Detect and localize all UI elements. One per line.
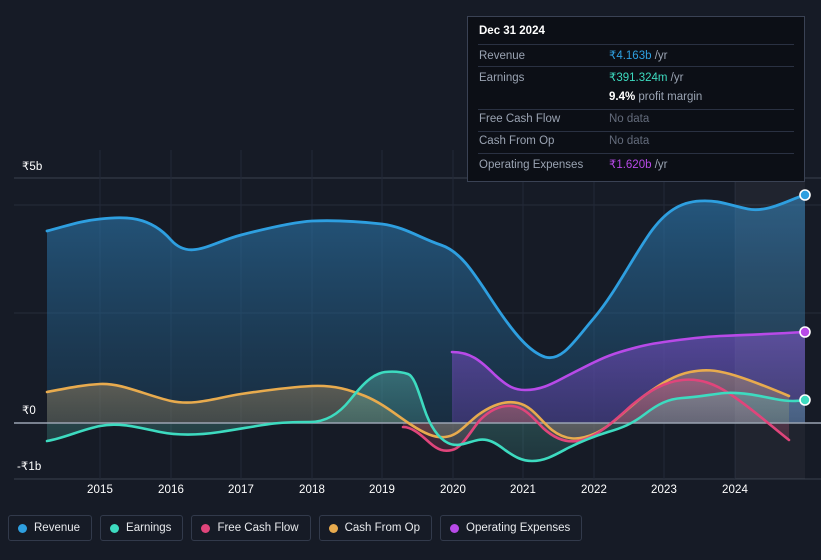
tooltip-row-cash-from-op: Cash From Op No data	[478, 131, 794, 153]
legend-dot-earnings-icon	[110, 523, 120, 533]
tooltip-label-free-cash-flow: Free Cash Flow	[479, 113, 561, 125]
tooltip-value-operating-expenses-amount: ₹1.620b	[609, 159, 652, 171]
tooltip-row-revenue: Revenue ₹4.163b /yr	[478, 44, 794, 66]
x-axis-tick-2017: 2017	[228, 484, 254, 496]
tooltip-value-free-cash-flow: No data	[609, 113, 650, 125]
tooltip-row-earnings: Earnings ₹391.324m /yr	[478, 66, 794, 88]
tooltip-value-profit-margin-amount: 9.4%	[609, 91, 636, 103]
endpoint-marker-earnings[interactable]	[799, 394, 811, 406]
tooltip-value-operating-expenses: ₹1.620b /yr	[609, 157, 667, 171]
x-axis-tick-2016: 2016	[158, 484, 184, 496]
tooltip-value-earnings-unit: /yr	[667, 72, 684, 84]
x-axis-tick-2024: 2024	[722, 484, 748, 496]
tooltip-row-free-cash-flow: Free Cash Flow No data	[478, 109, 794, 131]
data-tooltip: Dec 31 2024 Revenue ₹4.163b /yr Earnings…	[467, 16, 805, 182]
y-axis-tick-neg1b: -₹1b	[17, 461, 42, 473]
legend-dot-cash-from-op-icon	[328, 523, 338, 533]
legend-dot-revenue-icon	[18, 523, 27, 533]
y-axis-tick-0: ₹0	[22, 405, 36, 417]
tooltip-row-profit-margin: 9.4% profit margin	[478, 88, 794, 109]
endpoint-marker-revenue[interactable]	[799, 189, 811, 201]
tooltip-value-revenue: ₹4.163b /yr	[609, 48, 667, 62]
tooltip-label-earnings: Earnings	[479, 72, 525, 84]
endpoint-marker-operating-expenses[interactable]	[799, 326, 811, 338]
chart-legend: Revenue Earnings Free Cash Flow Cash Fro…	[8, 515, 583, 541]
x-axis-tick-2020: 2020	[440, 484, 466, 496]
tooltip-value-profit-margin: 9.4% profit margin	[609, 91, 702, 103]
legend-item-earnings[interactable]: Earnings	[100, 515, 184, 541]
tooltip-label-revenue: Revenue	[479, 50, 526, 62]
legend-label-operating-expenses: Operating Expenses	[466, 522, 571, 534]
tooltip-value-earnings-amount: ₹391.324m	[609, 72, 668, 84]
legend-item-revenue[interactable]: Revenue	[8, 515, 93, 541]
tooltip-label-cash-from-op: Cash From Op	[479, 135, 555, 147]
tooltip-value-revenue-amount: ₹4.163b	[609, 50, 652, 62]
tooltip-value-cash-from-op: No data	[609, 135, 650, 147]
x-axis-tick-2021: 2021	[510, 484, 536, 496]
tooltip-value-earnings: ₹391.324m /yr	[609, 70, 683, 84]
financial-chart: ₹5b ₹0 -₹1b 2015 2016 2017 2018 2019 202…	[0, 0, 821, 560]
tooltip-row-operating-expenses: Operating Expenses ₹1.620b /yr	[478, 153, 794, 175]
tooltip-value-revenue-unit: /yr	[651, 50, 668, 62]
x-axis-tick-2022: 2022	[581, 484, 607, 496]
x-axis-tick-2018: 2018	[299, 484, 325, 496]
legend-label-cash-from-op: Cash From Op	[344, 522, 421, 534]
legend-item-cash-from-op[interactable]: Cash From Op	[318, 515, 433, 541]
legend-item-operating-expenses[interactable]: Operating Expenses	[440, 515, 583, 541]
x-axis-tick-2015: 2015	[87, 484, 113, 496]
tooltip-value-operating-expenses-unit: /yr	[651, 159, 668, 171]
legend-label-revenue: Revenue	[34, 522, 81, 534]
legend-item-free-cash-flow[interactable]: Free Cash Flow	[191, 515, 311, 541]
tooltip-label-operating-expenses: Operating Expenses	[479, 159, 584, 171]
x-axis-tick-2019: 2019	[369, 484, 395, 496]
tooltip-value-profit-margin-unit: profit margin	[635, 91, 703, 103]
legend-dot-operating-expenses-icon	[450, 523, 460, 533]
legend-label-free-cash-flow: Free Cash Flow	[217, 522, 299, 534]
legend-dot-free-cash-flow-icon	[201, 523, 211, 533]
tooltip-date: Dec 31 2024	[479, 25, 545, 37]
legend-label-earnings: Earnings	[126, 522, 172, 534]
y-axis-tick-5b: ₹5b	[22, 161, 43, 173]
x-axis-tick-2023: 2023	[651, 484, 677, 496]
